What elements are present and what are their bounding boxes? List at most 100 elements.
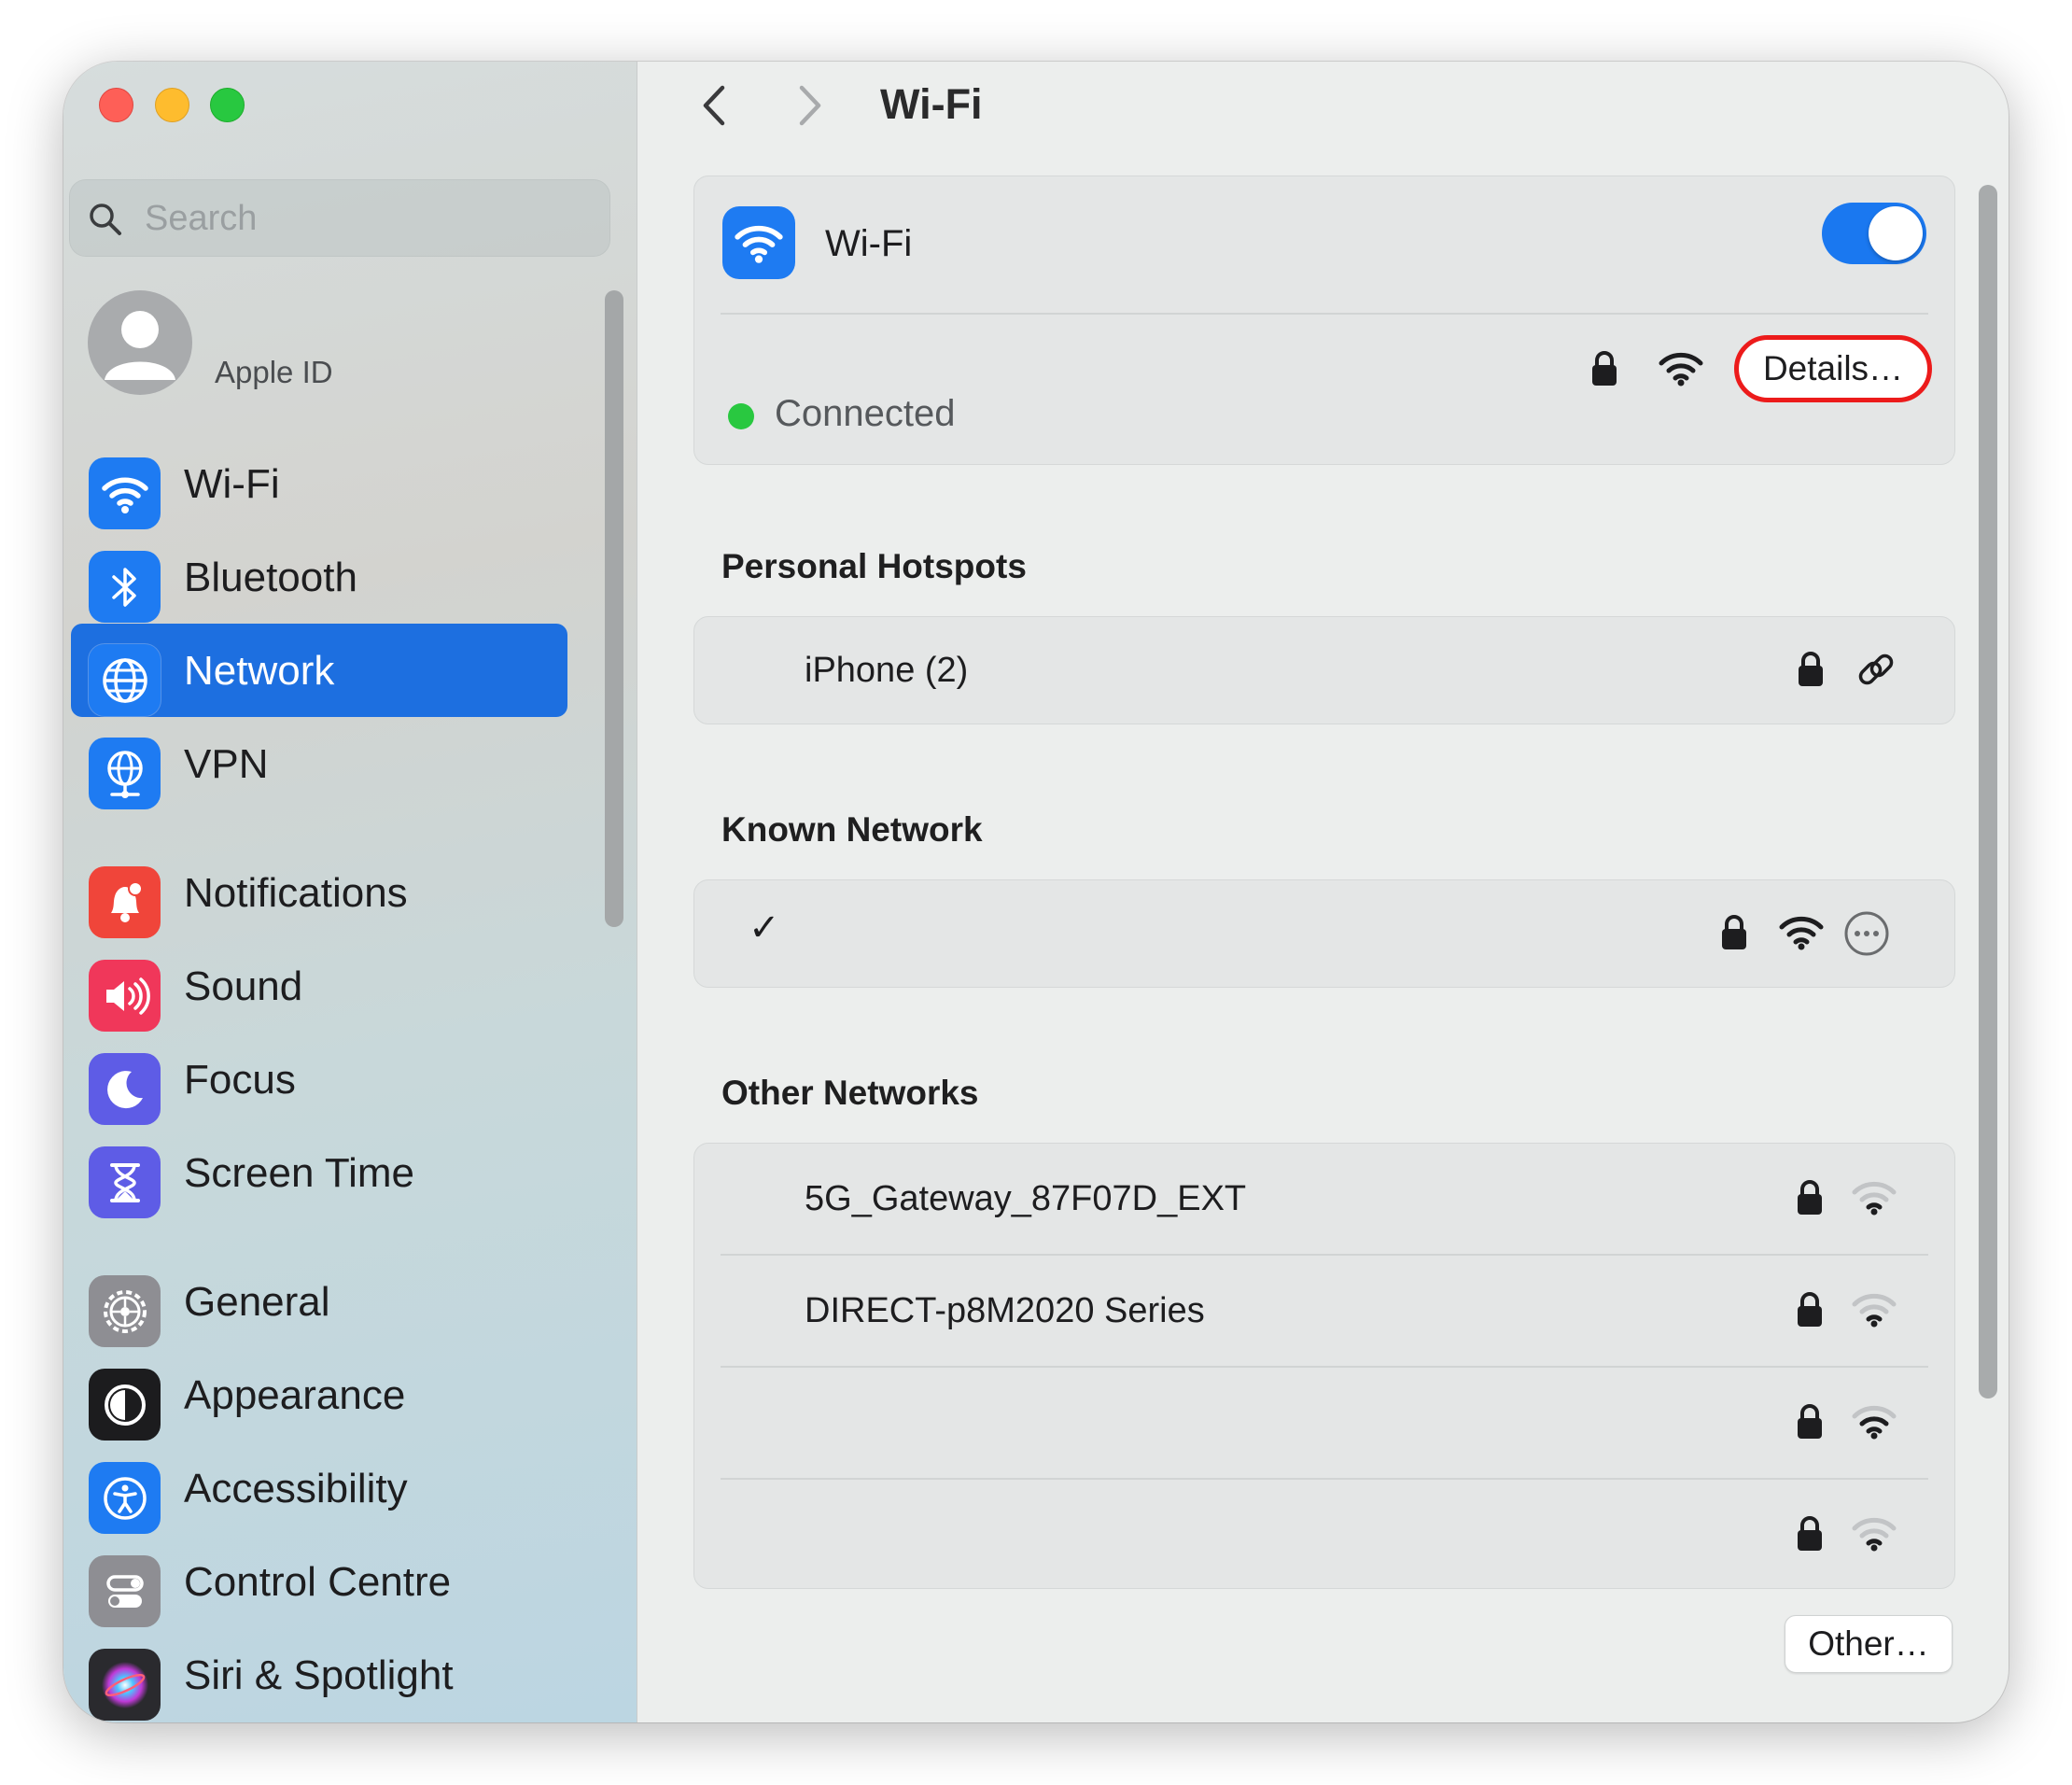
- sidebar-item-screen-time[interactable]: Screen Time: [71, 1126, 567, 1219]
- other-networks-list: 5G_Gateway_87F07D_EXT DIRECT-p8M2020 Ser…: [693, 1143, 1955, 1589]
- status-dot: [728, 403, 754, 429]
- avatar[interactable]: [88, 290, 192, 395]
- network-row[interactable]: 5G_Gateway_87F07D_EXT: [694, 1144, 1954, 1256]
- network-name: DIRECT-p8M2020 Series: [805, 1291, 1205, 1330]
- wifi-icon: [722, 206, 795, 279]
- search-placeholder: Search: [145, 199, 258, 238]
- known-network-heading: Known Network: [721, 810, 983, 849]
- main-panel: Wi-Fi Wi-Fi Details… Connected Personal …: [637, 62, 2009, 1722]
- gear-icon: [89, 1275, 161, 1347]
- control-centre-icon: [89, 1555, 161, 1627]
- lock-icon: [1796, 1515, 1824, 1557]
- wifi-weak-signal-icon: [1852, 1515, 1897, 1557]
- sidebar-item-label: Sound: [184, 963, 303, 1009]
- sidebar-item-label: Network: [184, 648, 335, 694]
- zoom-window-button[interactable]: [210, 88, 245, 122]
- network-row[interactable]: [694, 1368, 1954, 1480]
- lock-icon: [1720, 914, 1748, 956]
- sidebar-item-siri-spotlight[interactable]: Siri & Spotlight: [71, 1628, 567, 1722]
- page-title: Wi-Fi: [880, 80, 983, 128]
- hourglass-icon: [89, 1146, 161, 1218]
- wifi-icon: [89, 457, 161, 529]
- sidebar: Search Apple ID Wi-Fi Bluetooth Network: [63, 62, 637, 1722]
- search-icon: [90, 204, 121, 235]
- wifi-card: Wi-Fi Details… Connected: [693, 176, 1955, 465]
- known-network-row[interactable]: ✓: [694, 878, 1954, 987]
- hotspot-name: iPhone (2): [805, 651, 969, 690]
- sidebar-item-label: Notifications: [184, 870, 408, 916]
- apple-id-label[interactable]: Apple ID: [215, 355, 333, 390]
- chevron-left-icon: [703, 85, 725, 126]
- lock-icon: [1796, 1403, 1824, 1445]
- sidebar-item-label: Screen Time: [184, 1150, 414, 1196]
- speaker-icon: [89, 960, 161, 1032]
- sidebar-scrollbar[interactable]: [605, 290, 623, 927]
- sidebar-item-label: Wi-Fi: [184, 461, 280, 507]
- forward-button[interactable]: [794, 82, 828, 134]
- sidebar-item-accessibility[interactable]: Accessibility: [71, 1441, 567, 1535]
- sidebar-item-appearance[interactable]: Appearance: [71, 1348, 567, 1441]
- bluetooth-icon: [89, 551, 161, 623]
- sidebar-item-notifications[interactable]: Notifications: [71, 846, 567, 939]
- sidebar-item-label: Accessibility: [184, 1466, 408, 1511]
- sidebar-item-bluetooth[interactable]: Bluetooth: [71, 530, 567, 624]
- sidebar-item-label: Appearance: [184, 1372, 406, 1418]
- network-row[interactable]: DIRECT-p8M2020 Series: [694, 1256, 1954, 1368]
- appearance-icon: [89, 1369, 161, 1441]
- hotspot-row[interactable]: iPhone (2): [694, 615, 1954, 724]
- sidebar-item-label: Control Centre: [184, 1559, 452, 1605]
- chevron-right-icon: [799, 85, 821, 126]
- link-icon: [1855, 649, 1897, 695]
- lock-icon: [1797, 651, 1825, 693]
- wifi-signal-icon: [1779, 914, 1824, 956]
- sidebar-item-control-centre[interactable]: Control Centre: [71, 1535, 567, 1628]
- sidebar-item-label: Bluetooth: [184, 555, 357, 600]
- lock-icon: [1796, 1179, 1824, 1221]
- wifi-toggle[interactable]: [1822, 203, 1926, 264]
- sidebar-item-focus[interactable]: Focus: [71, 1033, 567, 1126]
- sidebar-item-label: Focus: [184, 1057, 296, 1103]
- settings-window: Search Apple ID Wi-Fi Bluetooth Network: [63, 62, 2009, 1722]
- back-button[interactable]: [696, 82, 730, 134]
- main-scrollbar[interactable]: [1979, 185, 1997, 1398]
- sidebar-item-wifi[interactable]: Wi-Fi: [71, 437, 567, 530]
- wifi-weak-signal-icon: [1852, 1291, 1897, 1333]
- siri-icon: [89, 1649, 161, 1721]
- sidebar-item-network[interactable]: Network: [71, 624, 567, 717]
- ellipsis-icon: [1844, 911, 1889, 956]
- checkmark-icon: ✓: [749, 907, 780, 949]
- toggle-knob: [1869, 206, 1923, 260]
- minimize-window-button[interactable]: [155, 88, 189, 122]
- person-icon: [105, 311, 175, 380]
- known-network-list: ✓: [693, 879, 1955, 988]
- close-window-button[interactable]: [99, 88, 133, 122]
- divider: [721, 313, 1928, 315]
- sidebar-item-label: VPN: [184, 741, 269, 787]
- sidebar-item-sound[interactable]: Sound: [71, 939, 567, 1033]
- other-networks-heading: Other Networks: [721, 1074, 979, 1112]
- connection-status: Connected: [775, 393, 956, 434]
- wifi-card-title: Wi-Fi: [825, 223, 913, 264]
- lock-icon: [1590, 350, 1618, 392]
- personal-hotspots-list: iPhone (2): [693, 616, 1955, 724]
- other-network-button[interactable]: Other…: [1785, 1615, 1953, 1673]
- globe-icon: [89, 644, 161, 716]
- wifi-signal-icon: [1852, 1403, 1897, 1445]
- moon-icon: [89, 1053, 161, 1125]
- sidebar-item-label: Siri & Spotlight: [184, 1652, 454, 1698]
- network-name: 5G_Gateway_87F07D_EXT: [805, 1179, 1247, 1218]
- vpn-globe-icon: [89, 738, 161, 809]
- details-button[interactable]: Details…: [1734, 335, 1932, 402]
- sidebar-item-vpn[interactable]: VPN: [71, 717, 567, 810]
- search-field[interactable]: Search: [69, 179, 610, 257]
- lock-icon: [1796, 1291, 1824, 1333]
- bell-icon: [89, 866, 161, 938]
- wifi-signal-icon: [1659, 350, 1703, 392]
- network-row[interactable]: [694, 1480, 1954, 1592]
- personal-hotspots-heading: Personal Hotspots: [721, 547, 1027, 585]
- more-options-button[interactable]: [1842, 909, 1891, 963]
- wifi-weak-signal-icon: [1852, 1179, 1897, 1221]
- sidebar-item-general[interactable]: General: [71, 1255, 567, 1348]
- sidebar-item-label: General: [184, 1279, 330, 1325]
- accessibility-icon: [89, 1462, 161, 1534]
